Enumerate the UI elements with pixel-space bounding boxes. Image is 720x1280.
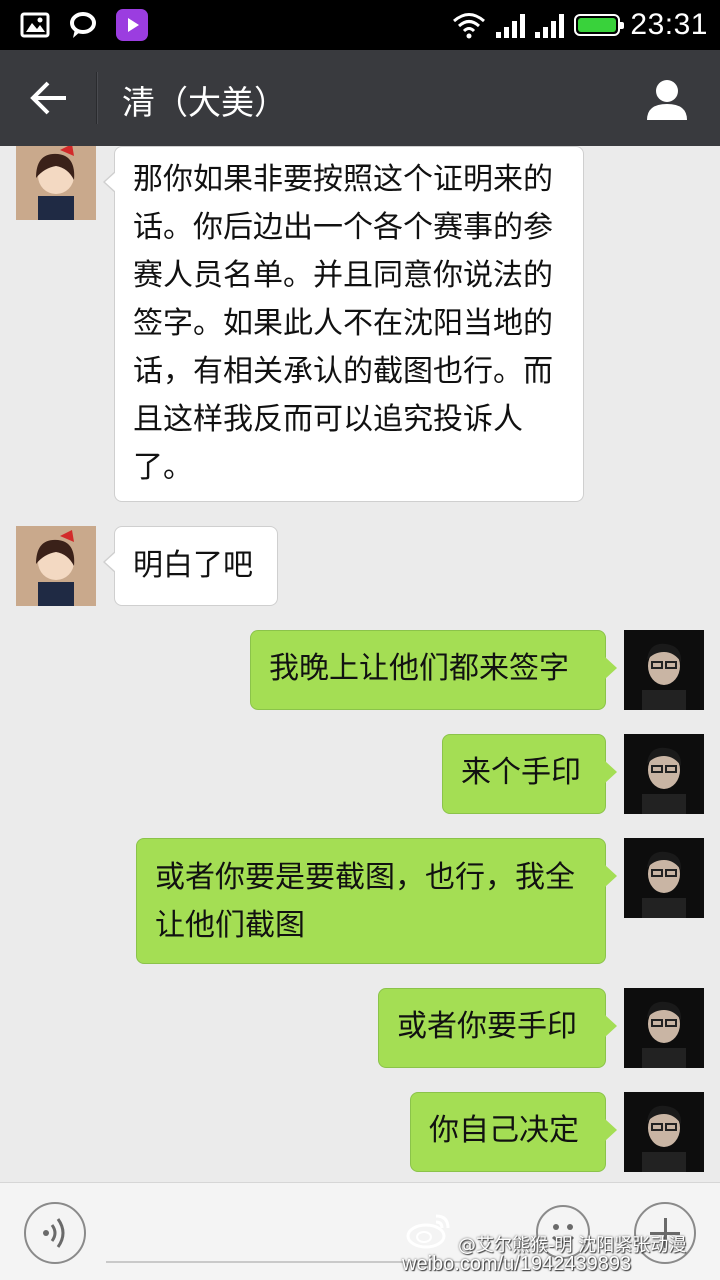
chat-header: 清（大美）	[0, 50, 720, 146]
message-list[interactable]: 那你如果非要按照这个证明来的话。你后边出一个各个赛事的参赛人员名单。并且同意你说…	[0, 146, 720, 1182]
message-text: 来个手印	[461, 755, 581, 790]
message-bubble[interactable]: 你自己决定	[410, 1092, 617, 1172]
message-bubble[interactable]: 或者你要手印	[378, 988, 617, 1068]
video-app-icon	[116, 9, 148, 41]
girl-avatar-icon	[16, 526, 96, 606]
clock: 23:31	[630, 8, 708, 41]
avatar[interactable]	[624, 630, 704, 710]
message-text: 或者你要手印	[397, 1009, 577, 1044]
battery-icon	[574, 14, 625, 36]
wifi-icon	[453, 13, 486, 39]
watermark-url: weibo.com/u/1942439893	[402, 1253, 632, 1275]
message-bubble[interactable]: 或者你要是要截图，也行，我全让他们截图	[136, 838, 617, 964]
weibo-logo-icon	[406, 1214, 450, 1249]
voice-icon	[43, 1218, 65, 1248]
message-text: 那你如果非要按照这个证明来的话。你后边出一个各个赛事的参赛人员名单。并且同意你说…	[133, 162, 553, 485]
avatar[interactable]	[624, 1092, 704, 1172]
status-bar: 23:31	[0, 0, 720, 50]
girl-avatar-icon	[16, 146, 96, 220]
avatar[interactable]	[624, 988, 704, 1068]
avatar[interactable]	[16, 146, 96, 220]
avatar[interactable]	[16, 526, 96, 606]
avatar[interactable]	[624, 734, 704, 814]
chat-bubble-icon	[70, 12, 96, 38]
message-bubble[interactable]: 来个手印	[442, 734, 617, 814]
signal-icon	[496, 12, 526, 38]
person-icon[interactable]	[644, 76, 690, 122]
signal-icon	[535, 12, 565, 38]
header-divider	[96, 72, 98, 124]
man-avatar-icon	[624, 1092, 704, 1172]
arrow-left-icon[interactable]	[26, 76, 72, 120]
avatar[interactable]	[624, 838, 704, 918]
notification-icons	[20, 9, 148, 41]
message-text: 或者你要是要截图，也行，我全让他们截图	[155, 860, 575, 943]
man-avatar-icon	[624, 838, 704, 918]
man-avatar-icon	[624, 630, 704, 710]
message-bubble[interactable]: 明白了吧	[103, 526, 278, 606]
message-text: 明白了吧	[133, 548, 253, 583]
message-bubble[interactable]: 我晚上让他们都来签字	[250, 630, 617, 710]
message-text: 你自己决定	[429, 1113, 579, 1148]
man-avatar-icon	[624, 988, 704, 1068]
message-text: 我晚上让他们都来签字	[269, 651, 569, 686]
man-avatar-icon	[624, 734, 704, 814]
chat-title: 清（大美）	[122, 83, 287, 122]
voice-button[interactable]	[24, 1202, 86, 1264]
image-icon	[20, 12, 50, 38]
system-status: 23:31	[452, 8, 708, 42]
message-bubble[interactable]: 那你如果非要按照这个证明来的话。你后边出一个各个赛事的参赛人员名单。并且同意你说…	[103, 146, 584, 502]
